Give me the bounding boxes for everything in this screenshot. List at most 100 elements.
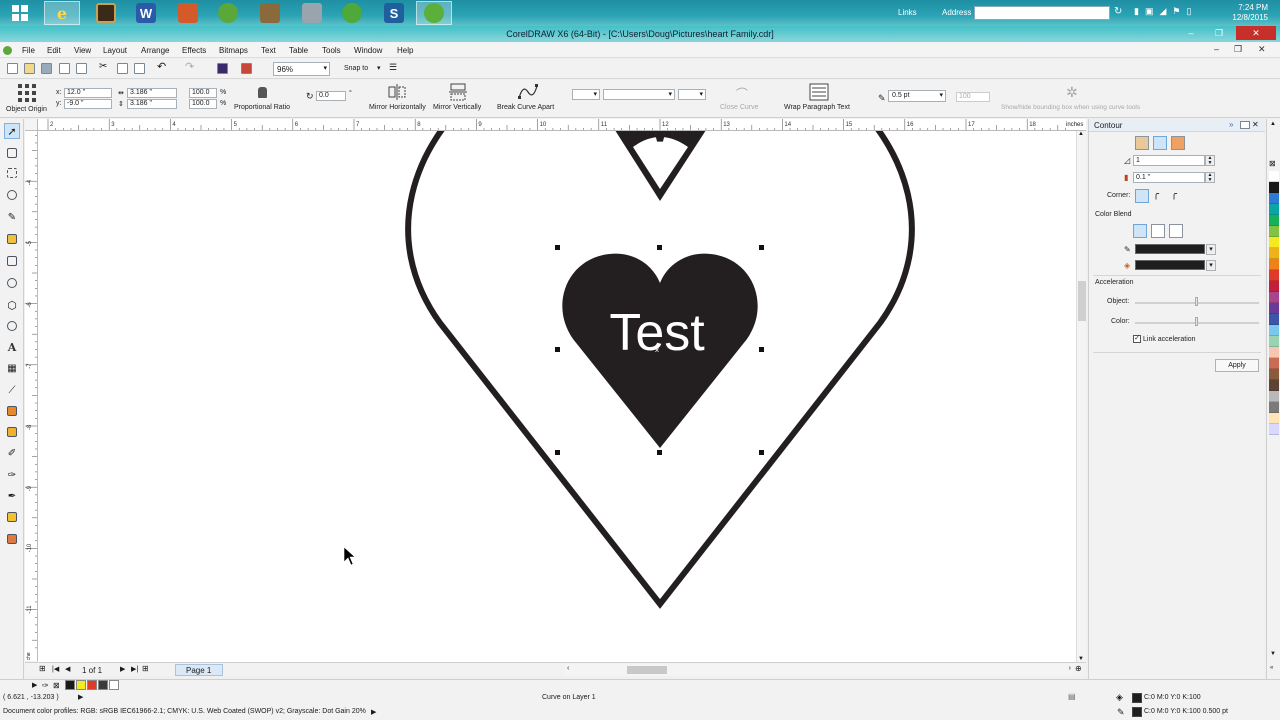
page-tab-1[interactable]: Page 1 [175, 664, 223, 676]
fill-color-swatch[interactable] [1135, 260, 1205, 270]
handle-middle-right[interactable] [759, 347, 764, 352]
contour-outside-icon[interactable] [1171, 136, 1185, 150]
crop-tool[interactable] [4, 165, 20, 181]
vertical-scrollbar[interactable]: ▲ ▼ [1076, 131, 1086, 662]
menu-tools[interactable]: Tools [322, 46, 341, 55]
play-icon[interactable]: ▶ [78, 693, 83, 701]
play-icon[interactable]: ▶ [371, 708, 376, 716]
contour-to-center-icon[interactable] [1135, 136, 1149, 150]
print-icon[interactable] [76, 63, 87, 74]
palette-swatch[interactable] [1269, 171, 1279, 182]
doc-restore-button[interactable]: ❐ [1234, 44, 1242, 55]
steps-spinner[interactable]: ▲ ▼ [1205, 155, 1215, 166]
taskbar-snagit[interactable]: S [376, 1, 412, 25]
close-curve-icon[interactable]: ⌒ [736, 85, 748, 102]
outline-tool[interactable]: ✒ [4, 488, 20, 504]
start-button[interactable] [2, 1, 38, 25]
menu-effects[interactable]: Effects [182, 46, 206, 55]
link-acceleration-checkbox[interactable]: ✓ [1133, 335, 1141, 343]
palette-swatch[interactable] [1269, 215, 1279, 226]
tray-volume-icon[interactable]: ◢ [1159, 6, 1166, 17]
vertical-ruler[interactable]: -4 -5 -6 -7 -8 -9 -10 -11 [25, 131, 38, 661]
taskbar-media-app[interactable] [88, 1, 124, 25]
palette-swatch[interactable] [1269, 281, 1279, 292]
taskbar-word[interactable]: W [128, 1, 164, 25]
bounding-box-icon[interactable]: ✲ [1066, 84, 1078, 101]
curve-smoothness-field[interactable]: 100 [956, 92, 990, 102]
outline-color-swatch[interactable] [1135, 244, 1205, 254]
freehand-tool[interactable]: ✎ [4, 209, 20, 225]
palette-swatch[interactable] [1269, 270, 1279, 281]
app-icon[interactable] [3, 46, 12, 55]
pick-tool[interactable]: ➚ [4, 123, 20, 139]
options-icon[interactable]: ☰ [389, 62, 400, 73]
vertical-scroll-thumb[interactable] [1078, 281, 1086, 321]
palette-swatch[interactable] [1269, 314, 1279, 325]
drawing-svg[interactable]: Test × [38, 131, 1076, 662]
scroll-left-icon[interactable]: ‹ [567, 665, 569, 672]
height-field[interactable]: 3.186 " [127, 99, 177, 109]
save-as-icon[interactable] [59, 63, 70, 74]
wrap-paragraph-text-icon[interactable] [809, 83, 829, 101]
add-page-before-icon[interactable]: ⊞ [39, 664, 46, 673]
outline-width-dropdown[interactable]: 0.5 pt ▾ [888, 90, 946, 102]
no-color-icon[interactable]: ⊠ [1269, 159, 1276, 168]
zoom-tool[interactable] [4, 187, 20, 203]
document-palette-swatch[interactable] [76, 680, 86, 690]
last-page-icon[interactable]: ▶| [131, 665, 138, 673]
taskbar-internet-explorer[interactable]: e [44, 1, 80, 25]
connector-tool[interactable] [4, 403, 20, 419]
tray-power-icon[interactable]: ▯ [1186, 6, 1191, 17]
docker-close-icon[interactable]: ✕ [1252, 120, 1259, 129]
palette-swatch[interactable] [1269, 380, 1279, 391]
color-acceleration-knob[interactable] [1195, 317, 1198, 326]
menu-table[interactable]: Table [289, 46, 308, 55]
palette-swatch[interactable] [1269, 292, 1279, 303]
menu-layout[interactable]: Layout [103, 46, 127, 55]
menu-text[interactable]: Text [261, 46, 276, 55]
doc-minimize-button[interactable]: – [1214, 44, 1219, 54]
address-input[interactable] [974, 6, 1110, 20]
palette-scroll-down-icon[interactable]: ▼ [1270, 651, 1276, 657]
lock-ratio-icon[interactable] [258, 87, 267, 98]
transparency-tool[interactable]: ✐ [4, 445, 20, 461]
eyedropper-tool[interactable]: ✑ [4, 467, 20, 483]
handle-bottom-left[interactable] [555, 450, 560, 455]
scroll-right-icon[interactable]: › [1069, 665, 1071, 672]
scale-y-field[interactable]: 100.0 [189, 99, 217, 109]
palette-swatch[interactable] [1269, 193, 1279, 204]
linear-blend-icon[interactable] [1133, 224, 1147, 238]
play-icon[interactable]: ▶ [32, 681, 37, 689]
cut-icon[interactable]: ✂ [99, 61, 110, 72]
menu-help[interactable]: Help [397, 46, 413, 55]
menu-file[interactable]: File [22, 46, 35, 55]
handle-bottom-right[interactable] [759, 450, 764, 455]
redo-icon[interactable]: ↷ [185, 60, 196, 73]
end-arrowhead-dropdown[interactable]: ▾ [678, 89, 706, 100]
handle-middle-left[interactable] [555, 347, 560, 352]
handle-top-center[interactable] [657, 245, 662, 250]
palette-scroll-up-icon[interactable]: ▲ [1270, 121, 1276, 127]
smart-fill-tool[interactable] [4, 231, 20, 247]
line-style-dropdown[interactable]: ▾ [603, 89, 675, 100]
rotation-field[interactable]: 0.0 [316, 91, 346, 101]
taskbar-coreldraw-1[interactable] [210, 1, 246, 25]
object-origin-icon[interactable] [16, 82, 38, 104]
palette-swatch[interactable] [1269, 303, 1279, 314]
handle-top-left[interactable] [555, 245, 560, 250]
system-clock[interactable]: 7:24 PM 12/8/2015 [1232, 3, 1268, 23]
horizontal-ruler[interactable]: 2 3 4 5 6 7 8 9 10 11 12 13 14 15 16 17 18 [38, 119, 1086, 131]
palette-swatch[interactable] [1269, 369, 1279, 380]
basic-shapes-tool[interactable] [4, 318, 20, 334]
copy-icon[interactable] [117, 63, 128, 74]
menu-arrange[interactable]: Arrange [141, 46, 169, 55]
fill-tool[interactable] [4, 509, 20, 525]
horizontal-scroll-thumb[interactable] [627, 666, 667, 674]
palette-swatch[interactable] [1269, 413, 1279, 424]
palette-swatch[interactable] [1269, 325, 1279, 336]
snap-to-dropdown[interactable]: Snap to [344, 65, 368, 72]
taskbar-coreldraw-3[interactable] [416, 1, 452, 25]
previous-page-icon[interactable]: ◀ [65, 665, 70, 673]
docker-expand-icon[interactable]: » [1229, 120, 1233, 129]
palette-swatch[interactable] [1269, 424, 1279, 435]
